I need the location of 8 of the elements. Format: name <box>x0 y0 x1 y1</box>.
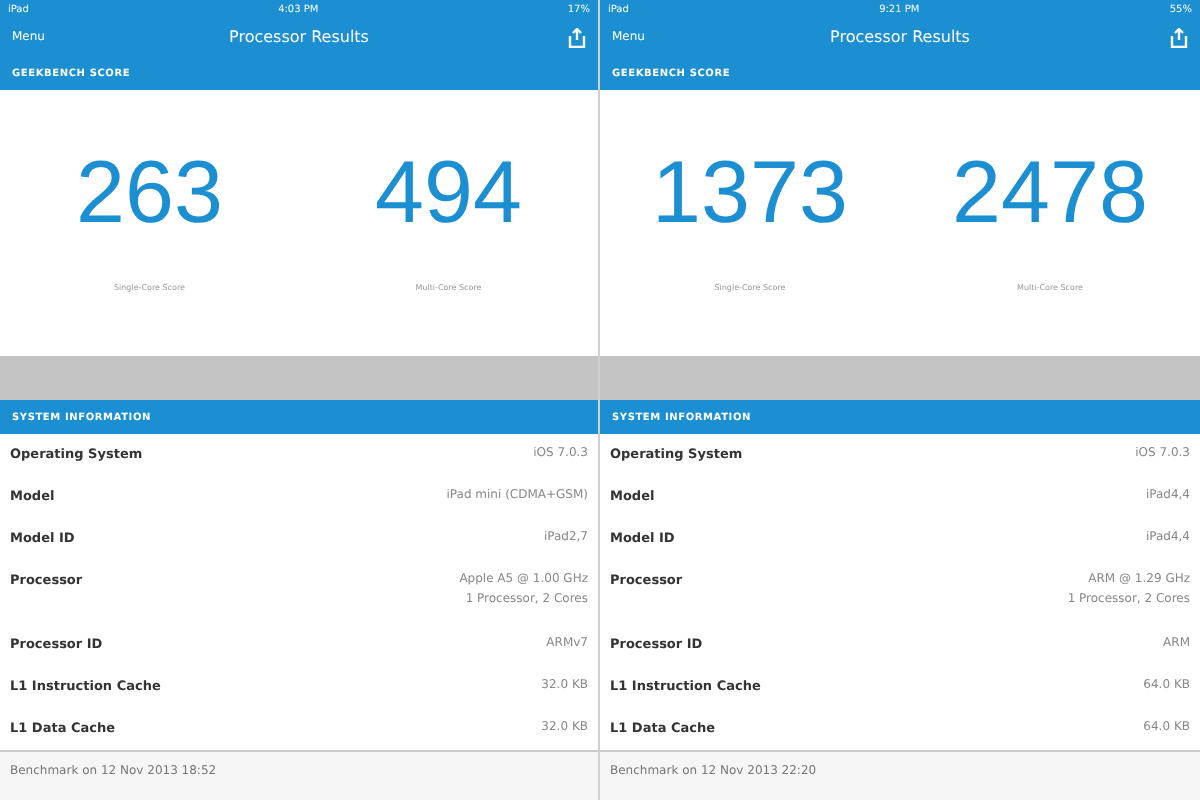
score-value: 2478 <box>952 150 1148 238</box>
score-value: 1373 <box>652 150 848 238</box>
nav-title: Processor Results <box>229 28 369 46</box>
score-value: 263 <box>76 150 223 238</box>
nav-title: Processor Results <box>830 28 970 46</box>
score-value: 494 <box>375 150 522 238</box>
share-icon[interactable] <box>568 27 586 47</box>
share-icon[interactable] <box>1170 27 1188 47</box>
